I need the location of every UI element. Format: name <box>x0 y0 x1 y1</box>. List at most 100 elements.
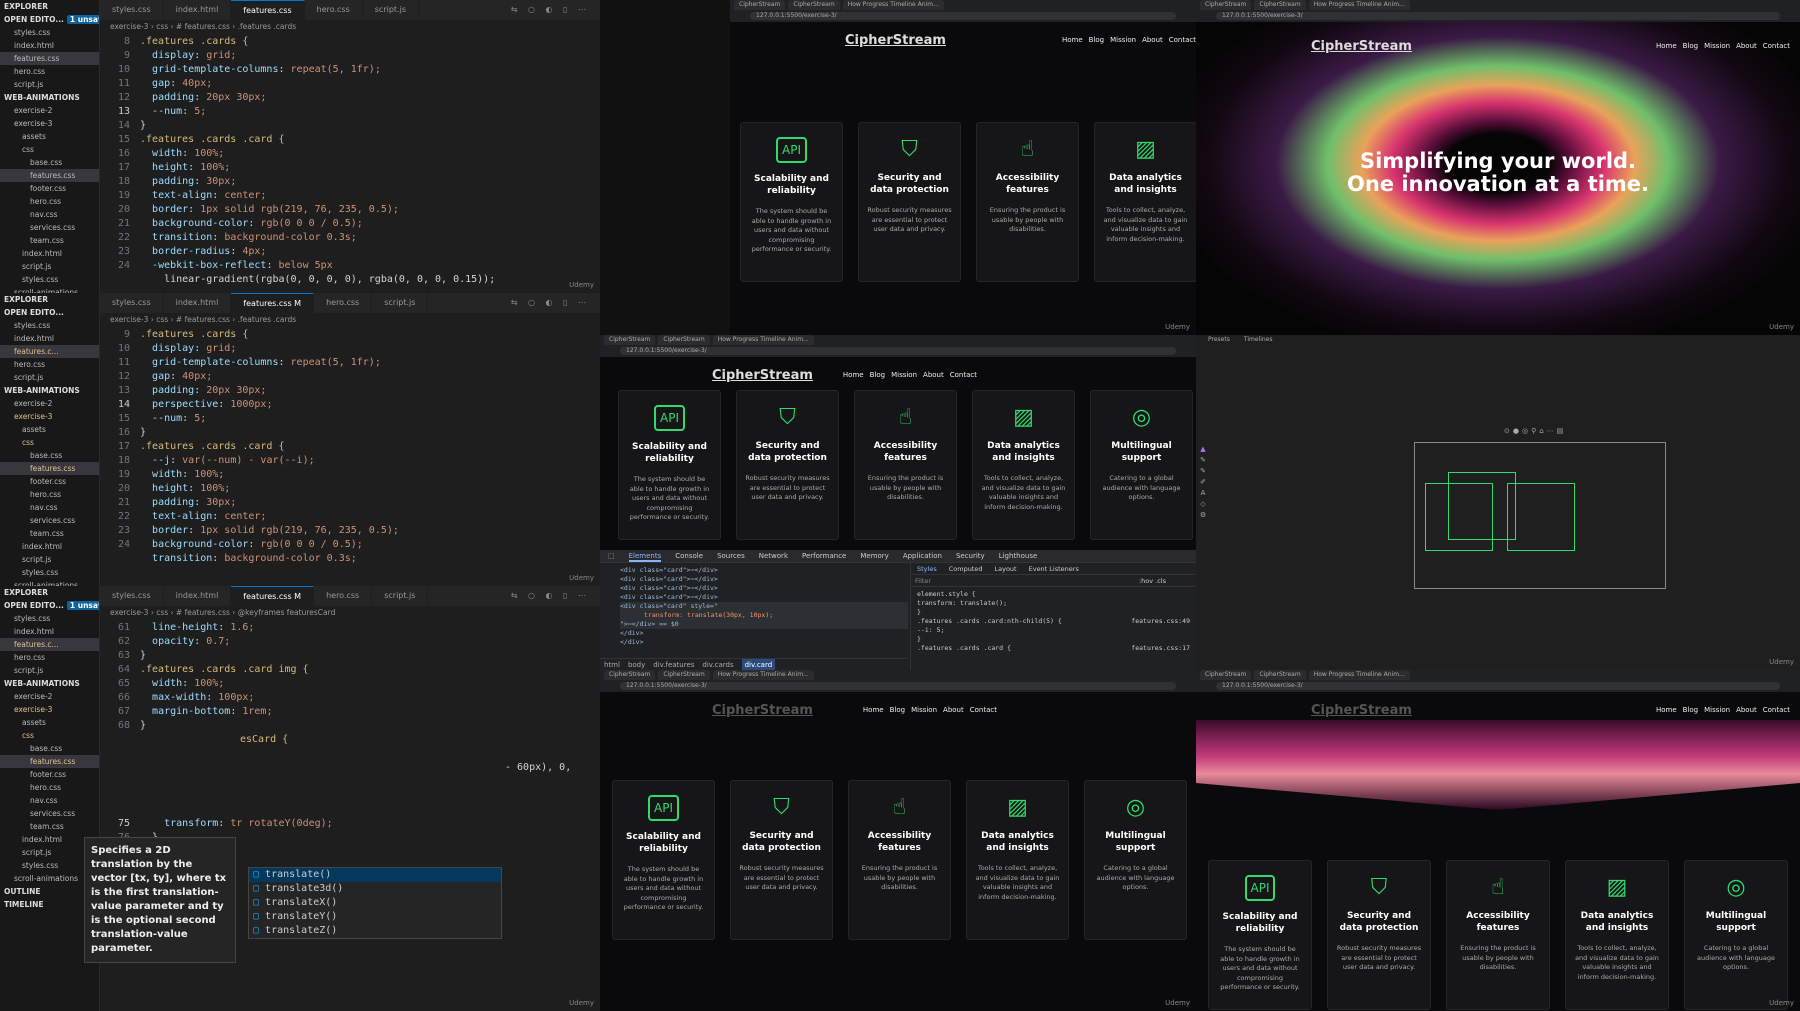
project-root[interactable]: WEB-ANIMATIONS <box>0 384 99 397</box>
file-index[interactable]: index.html <box>0 332 99 345</box>
dom-node[interactable]: <div class="card">⋯</div> <box>620 566 908 575</box>
nav-about[interactable]: About <box>1142 36 1163 44</box>
file-index-root[interactable]: index.html <box>0 540 99 553</box>
tool-palette[interactable]: ▲ ✎ ✎ ✐ A ◇ ⚙ <box>1196 445 1210 545</box>
nav-home[interactable]: Home <box>1656 706 1677 714</box>
file-styles-root[interactable]: styles.css <box>0 566 99 579</box>
editor-actions-icon[interactable]: ⇆ ○ ◐ ▯ ⋯ <box>511 0 600 20</box>
browser-tab[interactable]: CipherStream <box>1200 670 1252 680</box>
file-footer[interactable]: footer.css <box>0 768 99 781</box>
nav-contact[interactable]: Contact <box>1169 36 1196 44</box>
tab-features[interactable]: features.css <box>231 0 305 20</box>
file-services[interactable]: services.css <box>0 514 99 527</box>
feature-card[interactable]: ⛉ Security and data protection Robust secu… <box>1327 860 1431 1010</box>
file-features-css[interactable]: features.css <box>0 462 99 475</box>
code-editor-b[interactable]: 9 .features .cards {10 display: grid; 11 g… <box>100 329 600 586</box>
address-bar[interactable]: 127.0.0.1:5500/exercise-3/ <box>1216 12 1780 20</box>
brush-icon[interactable]: ✐ <box>1200 478 1206 486</box>
dom-crumb[interactable]: div.card <box>741 659 776 670</box>
file-team[interactable]: team.css <box>0 820 99 833</box>
tab-script[interactable]: script.js <box>372 293 429 313</box>
tab-styles[interactable]: styles.css <box>100 0 164 20</box>
nav-blog[interactable]: Blog <box>1683 42 1698 50</box>
feature-card[interactable]: ◎ Multilingual support Catering to a globa… <box>1090 390 1193 540</box>
tab-index[interactable]: index.html <box>164 293 232 313</box>
address-bar[interactable]: 127.0.0.1:5500/exercise-3/ <box>620 347 1176 355</box>
open-editors[interactable]: OPEN EDITO...1 unsaved <box>0 599 99 612</box>
file-nav[interactable]: nav.css <box>0 208 99 221</box>
folder-ex2[interactable]: exercise-2 <box>0 397 99 410</box>
browser-tab[interactable]: CipherStream <box>1254 0 1306 10</box>
code-editor-a[interactable]: 8 .features .cards {9 display: grid; 10 gr… <box>100 36 600 293</box>
open-editors[interactable]: OPEN EDITO...1 unsaved <box>0 13 99 26</box>
styles-filter-input[interactable]: Filter <box>915 575 931 586</box>
styles-tab[interactable]: Event Listeners <box>1029 563 1079 574</box>
file-hero-css[interactable]: hero.css <box>0 488 99 501</box>
dom-crumb[interactable]: div.features <box>653 659 694 670</box>
file-features[interactable]: features.c... <box>0 638 99 651</box>
tab-features[interactable]: features.css M <box>231 293 315 313</box>
folder-ex2[interactable]: exercise-2 <box>0 690 99 703</box>
nav-home[interactable]: Home <box>1656 42 1677 50</box>
site-logo[interactable]: CipherStream <box>845 33 946 48</box>
styles-tab[interactable]: Layout <box>995 563 1017 574</box>
tab-script[interactable]: script.js <box>372 586 429 606</box>
devtools-tab-sources[interactable]: Sources <box>717 550 745 562</box>
dom-crumb[interactable]: html <box>604 659 620 670</box>
browser-tab[interactable]: CipherStream <box>1254 670 1306 680</box>
tab-index[interactable]: index.html <box>164 0 232 20</box>
file-base[interactable]: base.css <box>0 156 99 169</box>
devtools-tab-lighthouse[interactable]: Lighthouse <box>999 550 1038 562</box>
rule-source[interactable]: features.css:17 <box>1131 644 1190 653</box>
eraser-icon[interactable]: ◇ <box>1200 500 1205 508</box>
devtools-tab-performance[interactable]: Performance <box>802 550 846 562</box>
dom-crumb[interactable]: div.cards <box>702 659 733 670</box>
open-editors[interactable]: OPEN EDITO... <box>0 306 99 319</box>
tab-index[interactable]: index.html <box>164 586 232 606</box>
inspect-icon[interactable]: ⬚ <box>608 550 615 562</box>
editor-actions-icon[interactable]: ⇆ ○ ◐ ▯ ⋯ <box>511 293 600 313</box>
folder-assets[interactable]: assets <box>0 130 99 143</box>
feature-card[interactable]: ▨ Data analytics and insights Tools to col… <box>972 390 1075 540</box>
site-logo[interactable]: CipherStream <box>712 368 813 383</box>
browser-tab[interactable]: CipherStream <box>658 670 710 680</box>
suggestion-item[interactable]: ▢ translate3d() <box>249 882 501 896</box>
suggestion-item[interactable]: ▢ translateY() <box>249 910 501 924</box>
settings-icon[interactable]: ⚙ <box>1200 511 1206 519</box>
file-hero-css[interactable]: hero.css <box>0 781 99 794</box>
file-script[interactable]: script.js <box>0 664 99 677</box>
nav-contact[interactable]: Contact <box>970 706 997 714</box>
file-index[interactable]: index.html <box>0 39 99 52</box>
dom-node[interactable]: </div> <box>620 629 908 638</box>
nav-blog[interactable]: Blog <box>1089 36 1104 44</box>
dom-node[interactable]: ">⋯</div> == $0 <box>620 620 908 629</box>
suggestion-item[interactable]: ▢ translateZ() <box>249 924 501 938</box>
timelines-tab[interactable]: Timelines <box>1244 335 1273 345</box>
file-team[interactable]: team.css <box>0 527 99 540</box>
styles-tab[interactable]: Computed <box>949 563 983 574</box>
editor-actions-icon[interactable]: ⇆ ○ ◐ ▯ ⋯ <box>511 586 600 606</box>
nav-blog[interactable]: Blog <box>890 706 905 714</box>
devtools-tab-elements[interactable]: Elements <box>628 550 662 562</box>
dom-crumb[interactable]: body <box>628 659 645 670</box>
file-services[interactable]: services.css <box>0 221 99 234</box>
breadcrumb[interactable]: exercise-3 › css › # features.css › @key… <box>100 606 600 620</box>
tab-styles[interactable]: styles.css <box>100 586 164 606</box>
address-bar[interactable]: 127.0.0.1:5500/exercise-3/ <box>620 682 1176 690</box>
feature-card[interactable]: ◎ Multilingual support Catering to a globa… <box>1084 780 1187 940</box>
nav-home[interactable]: Home <box>843 371 864 379</box>
rule-source[interactable]: features.css:49 <box>1131 617 1190 626</box>
nav-about[interactable]: About <box>943 706 964 714</box>
nav-contact[interactable]: Contact <box>950 371 977 379</box>
file-index-root[interactable]: index.html <box>0 247 99 260</box>
nav-home[interactable]: Home <box>863 706 884 714</box>
browser-tab[interactable]: How Progress Timeline Anim... <box>712 335 814 345</box>
nav-contact[interactable]: Contact <box>1763 706 1790 714</box>
file-hero[interactable]: hero.css <box>0 65 99 78</box>
feature-card[interactable]: ☝ Accessibility features Ensuring the prod… <box>854 390 957 540</box>
file-features[interactable]: features.css <box>0 52 99 65</box>
browser-tab[interactable]: How Progress Timeline Anim... <box>842 0 944 10</box>
nav-about[interactable]: About <box>1736 706 1757 714</box>
nav-mission[interactable]: Mission <box>1110 36 1136 44</box>
dom-node[interactable]: <div class="card">⋯</div> <box>620 584 908 593</box>
